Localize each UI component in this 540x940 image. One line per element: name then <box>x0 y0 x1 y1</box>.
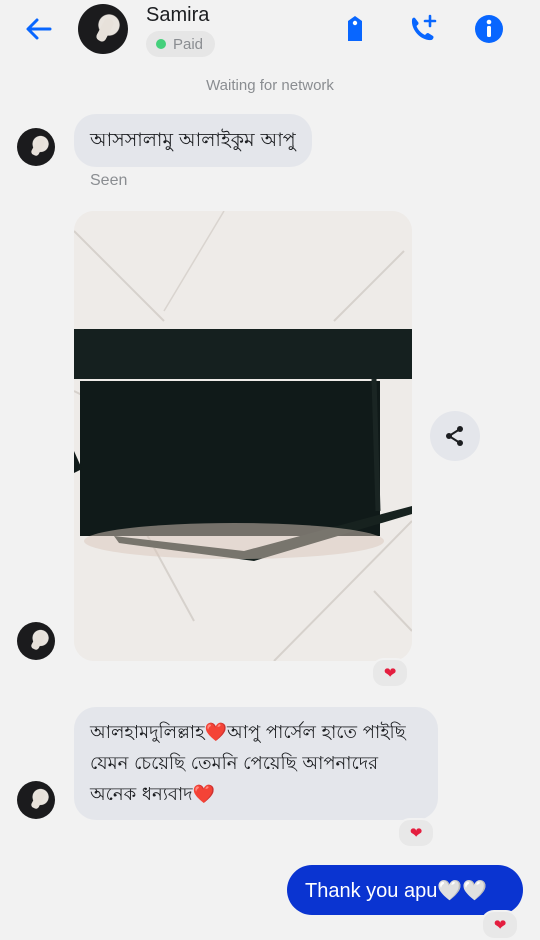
sender-avatar[interactable] <box>17 128 55 166</box>
network-status: Waiting for network <box>206 77 334 94</box>
outgoing-message[interactable]: Thank you apu🤍🤍 <box>287 865 523 915</box>
sender-avatar[interactable] <box>17 622 55 660</box>
info-button[interactable] <box>472 12 506 46</box>
contact-avatar[interactable] <box>78 4 128 54</box>
back-arrow-icon <box>26 18 52 40</box>
sender-avatar[interactable] <box>17 781 55 819</box>
reaction-badge[interactable]: ❤ <box>481 910 519 940</box>
paid-badge: Paid <box>146 31 216 57</box>
parcel-photo <box>74 211 412 661</box>
photo-attachment[interactable] <box>74 211 412 661</box>
add-call-button[interactable] <box>406 12 440 46</box>
heart-icon: ❤ <box>493 916 507 934</box>
back-button[interactable] <box>22 14 56 44</box>
chat-header: Samira Paid <box>0 0 540 66</box>
contact-name[interactable]: Samira <box>146 4 209 27</box>
paid-badge-label: Paid <box>173 35 204 53</box>
info-icon <box>475 15 503 43</box>
heart-icon: ❤ <box>383 664 397 682</box>
tag-icon <box>348 16 362 41</box>
share-icon <box>446 426 463 446</box>
seen-indicator: Seen <box>90 172 128 189</box>
reaction-badge[interactable]: ❤ <box>397 818 435 848</box>
incoming-message[interactable]: আলহামদুলিল্লাহ❤️আপু পার্সেল হাতে পাইছি য… <box>74 707 438 820</box>
heart-icon: ❤ <box>409 824 423 842</box>
share-button[interactable] <box>430 411 480 461</box>
label-tag-button[interactable] <box>338 12 372 46</box>
status-dot-icon <box>156 39 166 49</box>
add-call-icon <box>411 14 437 41</box>
incoming-message[interactable]: আসসালামু আলাইকুম আপু <box>74 114 312 167</box>
reaction-badge[interactable]: ❤ <box>371 658 409 688</box>
